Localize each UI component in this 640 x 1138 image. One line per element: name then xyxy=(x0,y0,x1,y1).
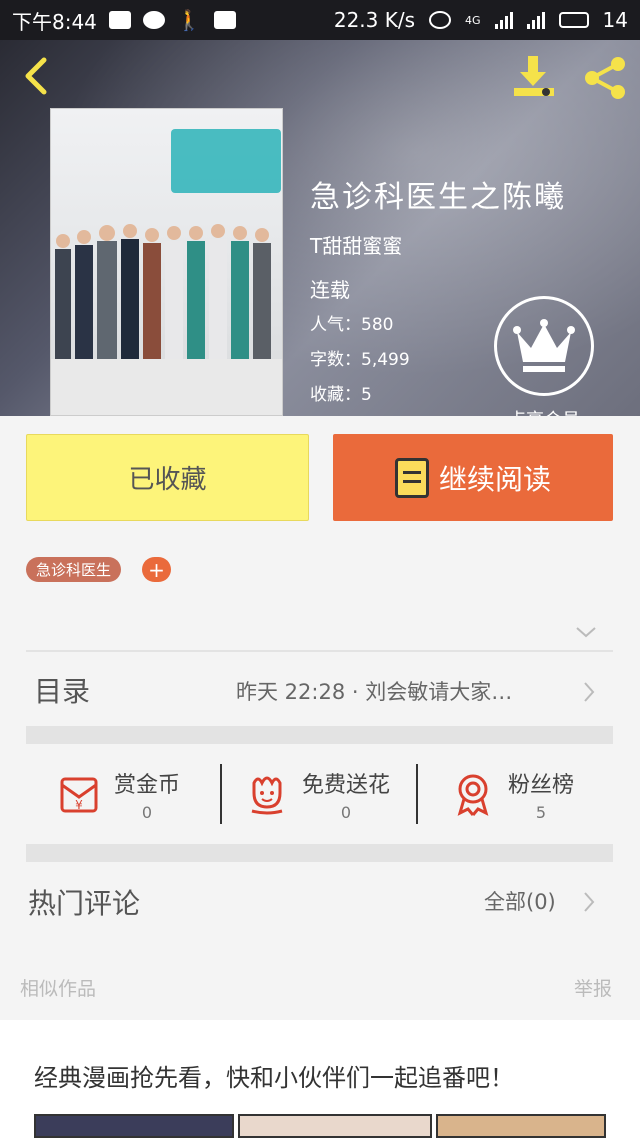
clock: 下午8:44 xyxy=(12,9,97,34)
download-icon xyxy=(514,56,554,96)
book-title: 急诊科医生之陈曦 xyxy=(310,180,566,215)
promo-banner[interactable]: 经典漫画抢先看，快和小伙伴们一起追番吧！ xyxy=(0,1020,640,1138)
similar-works-label: 相似作品 xyxy=(20,978,97,1000)
vip-label[interactable]: 点亮会员 xyxy=(494,406,594,416)
svg-text:¥: ¥ xyxy=(75,798,83,812)
signal-icon xyxy=(494,11,513,29)
fan-ranking[interactable]: 粉丝榜 5 xyxy=(450,760,574,828)
mail-icon xyxy=(108,11,131,29)
book-header: 急诊科医生之陈曦 T甜甜蜜蜜 连载 人气：580 字数：5,499 收藏：5 点… xyxy=(0,40,640,416)
calendar-icon xyxy=(213,11,236,29)
stat-favorites: 收藏：5 xyxy=(310,385,372,405)
stat-popularity: 人气：580 xyxy=(310,315,394,335)
vip-button[interactable] xyxy=(494,296,594,396)
cover-group-photo xyxy=(55,224,271,359)
fan-ranking-label: 粉丝榜 xyxy=(508,772,575,798)
comic-thumbnail[interactable] xyxy=(436,1114,606,1138)
data-saver-icon xyxy=(429,11,452,29)
cover-logo xyxy=(171,129,281,193)
book-cover[interactable] xyxy=(50,108,283,416)
share-button[interactable] xyxy=(580,54,630,102)
separator xyxy=(220,764,222,824)
award-ribbon-icon xyxy=(457,774,489,816)
reward-coins-value: 0 xyxy=(141,802,153,822)
reward-coins-label: 赏金币 xyxy=(114,772,181,798)
reward-coins[interactable]: ¥ 赏金币 0 xyxy=(56,760,180,828)
continue-reading-label: 继续阅读 xyxy=(438,462,551,496)
promo-text: 经典漫画抢先看，快和小伙伴们一起追番吧！ xyxy=(34,1064,514,1092)
free-flower-value: 0 xyxy=(340,802,352,822)
chat-icon xyxy=(142,11,165,29)
free-flower[interactable]: 免费送花 0 xyxy=(244,760,390,828)
download-button[interactable] xyxy=(508,54,560,100)
section-separator xyxy=(26,726,613,744)
free-flower-label: 免费送花 xyxy=(302,772,391,798)
status-bar: 下午8:44 🚶 22.3 K/s 4G 14 xyxy=(0,0,640,40)
flower-icon xyxy=(251,776,283,815)
chevron-right-icon[interactable] xyxy=(582,680,596,704)
report-link[interactable]: 举报 xyxy=(574,974,612,1001)
divider xyxy=(26,650,613,652)
share-icon xyxy=(585,57,625,99)
network-type: 4G xyxy=(465,13,481,27)
section-separator xyxy=(26,844,613,862)
chevron-left-icon xyxy=(25,57,47,95)
add-tag-button[interactable]: + xyxy=(142,557,171,582)
fan-ranking-value: 5 xyxy=(535,802,547,822)
signal-icon-2 xyxy=(526,11,545,29)
comic-thumbnail[interactable] xyxy=(34,1114,234,1138)
latest-chapter[interactable]: 昨天 22:28 · 刘会敏请大家… xyxy=(236,676,576,706)
coin-envelope-icon: ¥ xyxy=(60,777,98,813)
battery-icon xyxy=(558,12,589,28)
book-author[interactable]: T甜甜蜜蜜 xyxy=(310,230,402,259)
walking-icon: 🚶 xyxy=(176,8,202,32)
tag-chip[interactable]: 急诊科医生 xyxy=(26,557,122,582)
separator xyxy=(416,764,418,824)
collected-button[interactable]: 已收藏 xyxy=(26,434,309,521)
continue-reading-button[interactable]: 继续阅读 xyxy=(333,434,613,521)
engagement-row: ¥ 赏金币 0 免费送花 0 粉丝榜 5 xyxy=(26,760,613,828)
all-comments-link[interactable]: 全部(0) xyxy=(484,886,556,916)
book-icon xyxy=(394,457,429,498)
network-speed: 22.3 K/s xyxy=(333,8,416,32)
stat-word-count: 字数：5,499 xyxy=(310,350,410,370)
chevron-right-icon[interactable] xyxy=(582,890,596,914)
back-button[interactable] xyxy=(16,54,56,98)
comic-thumbnail[interactable] xyxy=(238,1114,432,1138)
catalog-label[interactable]: 目录 xyxy=(34,670,90,710)
battery-level: 14 xyxy=(602,8,628,32)
chevron-down-icon[interactable] xyxy=(574,624,598,640)
book-status: 连载 xyxy=(310,278,350,302)
hot-comments-label: 热门评论 xyxy=(28,887,141,920)
crown-icon xyxy=(513,319,575,372)
